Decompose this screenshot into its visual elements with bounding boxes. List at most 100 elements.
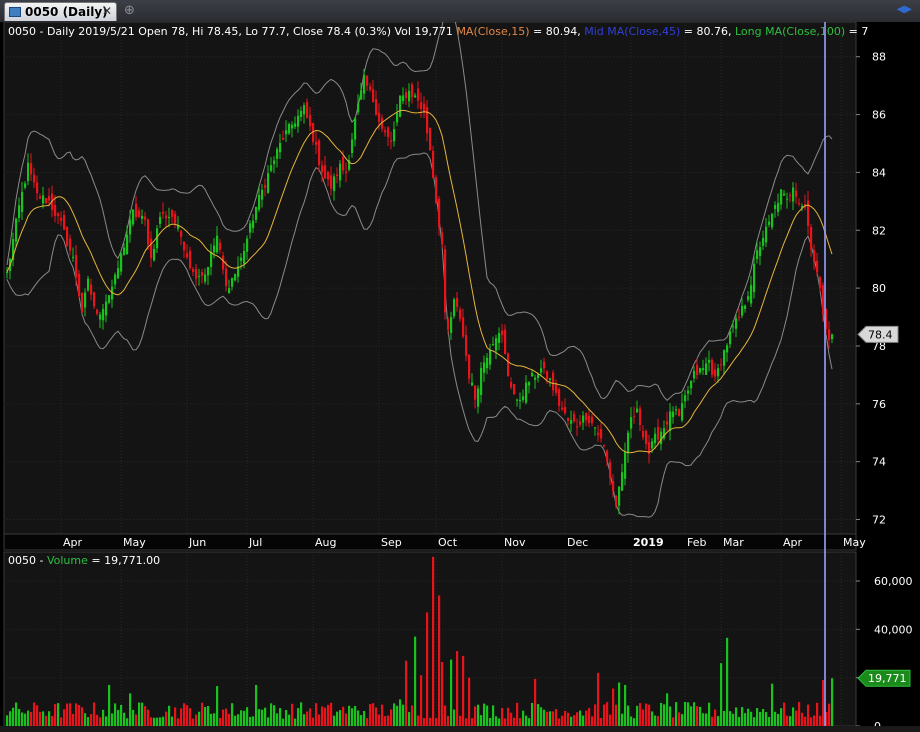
volume-bar	[387, 715, 390, 726]
volume-bar	[201, 702, 204, 726]
candle-body	[489, 349, 492, 365]
candle-body	[390, 140, 393, 142]
candle-body	[324, 165, 327, 179]
volume-bar	[123, 712, 126, 726]
candle-body	[201, 272, 204, 276]
candle-body	[672, 411, 675, 418]
volume-bar	[348, 705, 351, 726]
candle-body	[63, 214, 66, 230]
candle-body	[723, 350, 726, 366]
volume-bar	[99, 717, 102, 726]
volume-bar	[768, 716, 771, 726]
candle-body	[627, 432, 630, 453]
candle-body	[630, 417, 633, 429]
candle-body	[651, 441, 654, 449]
candle-body	[693, 370, 696, 379]
volume-bar	[786, 715, 789, 726]
candle-body	[183, 241, 186, 251]
volume-bar	[228, 713, 231, 726]
candle-body	[210, 251, 213, 267]
candle-body	[705, 363, 708, 375]
volume-bar	[321, 706, 324, 726]
volume-bar	[432, 556, 435, 726]
candle-body	[126, 234, 129, 255]
volume-bar	[129, 693, 132, 726]
volume-header-sep: -	[36, 554, 47, 567]
candle-body	[402, 95, 405, 102]
volume-bar	[801, 712, 804, 726]
volume-bar	[594, 704, 597, 726]
volume-bar	[237, 714, 240, 726]
chart-icon	[9, 7, 21, 17]
volume-bar	[789, 716, 792, 726]
candle-body	[522, 396, 525, 400]
volume-header-label: Volume	[47, 554, 88, 567]
candle-body	[582, 415, 585, 423]
candle-body	[162, 212, 165, 214]
volume-bar	[204, 706, 207, 726]
volume-bar	[717, 716, 720, 726]
volume-bar	[654, 715, 657, 726]
candle-body	[93, 292, 96, 307]
candle-body	[204, 274, 207, 282]
candle-body	[342, 156, 345, 171]
candle-body	[84, 292, 87, 308]
volume-bar	[819, 715, 822, 726]
candle-body	[315, 141, 318, 145]
volume-bar	[546, 711, 549, 726]
volume-bar	[330, 702, 333, 726]
volume-bar	[531, 702, 534, 726]
volume-bar	[243, 710, 246, 726]
candle-body	[468, 354, 471, 379]
volume-bar	[234, 715, 237, 726]
volume-bar	[318, 714, 321, 726]
volume-bar	[219, 717, 222, 726]
volume-bar	[657, 716, 660, 726]
candle-body	[375, 99, 378, 115]
volume-bar	[12, 707, 15, 726]
volume-bar	[381, 704, 384, 726]
volume-bar	[429, 717, 432, 726]
volume-bar	[549, 711, 552, 726]
candle-body	[186, 253, 189, 258]
volume-bar	[207, 706, 210, 726]
tab-bar: 0050 (Daily) ✕ ⊕ ◀▶	[0, 0, 920, 23]
close-icon[interactable]: ✕	[102, 4, 112, 18]
volume-bar	[303, 714, 306, 726]
candle-body	[222, 255, 225, 270]
x-tick-label: Jul	[248, 536, 262, 549]
candle-body	[786, 198, 789, 200]
volume-bar	[309, 708, 312, 726]
volume-bar	[564, 710, 567, 726]
volume-bar	[708, 702, 711, 726]
candle-body	[549, 378, 552, 380]
x-tick-label: Mar	[723, 536, 744, 549]
volume-bar	[552, 711, 555, 726]
volume-bar	[147, 709, 150, 726]
volume-bar	[663, 704, 666, 726]
candle-body	[123, 247, 126, 255]
tab-scroll-arrows-icon[interactable]: ◀▶	[897, 4, 912, 15]
volume-bar	[156, 717, 159, 726]
bottom-scrollbar[interactable]	[0, 726, 920, 732]
volume-bar	[507, 707, 510, 726]
candle-body	[819, 277, 822, 289]
new-tab-icon[interactable]: ⊕	[124, 3, 135, 18]
price-y-tick-label: 82	[872, 224, 886, 237]
chart-tab[interactable]: 0050 (Daily) ✕	[4, 2, 117, 21]
volume-bar	[438, 595, 441, 726]
candle-body	[309, 115, 312, 127]
candle-body	[567, 417, 570, 421]
volume-bar	[501, 707, 504, 726]
volume-bar	[528, 718, 531, 726]
candle-body	[597, 432, 600, 436]
volume-bar	[606, 702, 609, 726]
candle-body	[105, 301, 108, 316]
candle-body	[228, 288, 231, 294]
candle-body	[726, 345, 729, 353]
candle-body	[516, 399, 519, 401]
candle-body	[36, 182, 39, 194]
candle-body	[696, 364, 699, 375]
candle-body	[264, 184, 267, 188]
volume-bar	[276, 713, 279, 726]
